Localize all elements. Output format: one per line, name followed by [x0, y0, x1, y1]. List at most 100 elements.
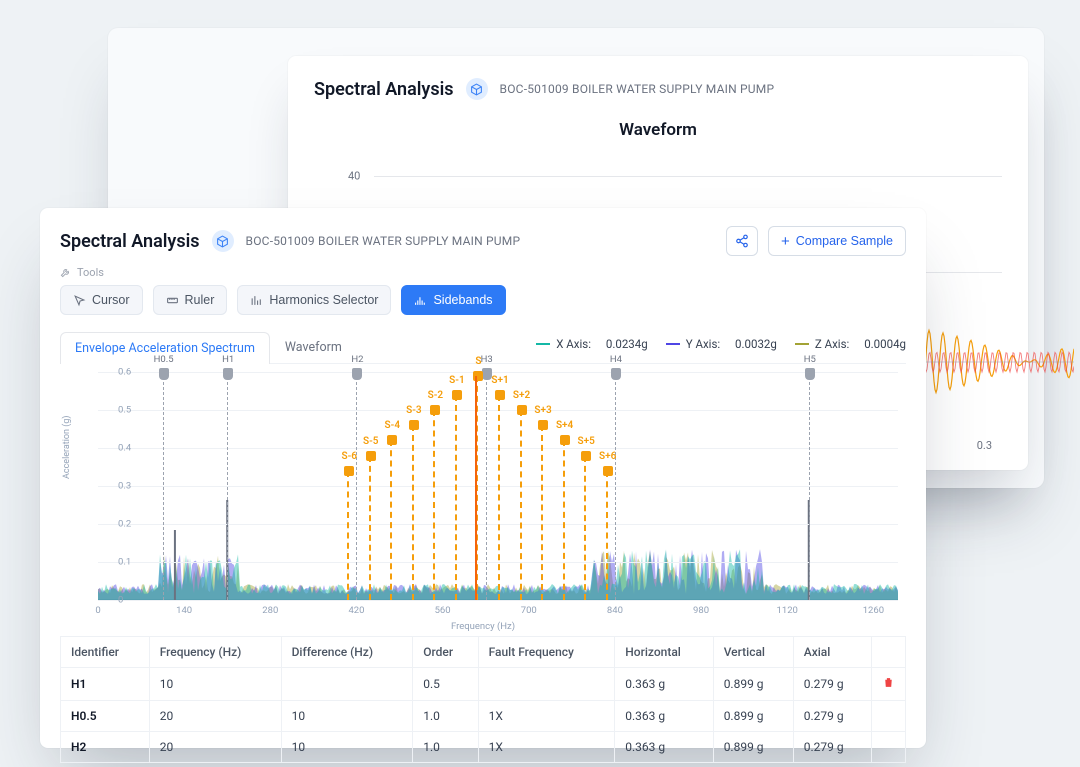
plus-icon: +: [781, 234, 790, 249]
sidebands-icon: [414, 294, 427, 307]
sideband-marker[interactable]: S+4: [563, 440, 565, 600]
toolbar: Cursor Ruler Harmonics Selector Sideband…: [60, 285, 906, 315]
sidebands-tool-button[interactable]: Sidebands: [401, 285, 505, 315]
table-row: H220101.01X0.363 g0.899 g0.279 g: [61, 732, 906, 763]
x-tick: 1260: [863, 605, 884, 616]
x-tick: 0: [95, 605, 100, 616]
y-tick: 0.3: [118, 481, 131, 492]
cell-identifier: H2: [61, 732, 150, 763]
th-order: Order: [413, 637, 478, 668]
table-row: H1100.50.363 g0.899 g0.279 g: [61, 668, 906, 701]
x-tick: 980: [693, 605, 709, 616]
th-identifier: Identifier: [61, 637, 150, 668]
th-frequency: Frequency (Hz): [149, 637, 281, 668]
sideband-marker[interactable]: S+2: [520, 410, 522, 600]
cell-actions: [872, 668, 906, 701]
cell-difference: [281, 668, 413, 701]
x-tick: 560: [435, 605, 451, 616]
x-tick: 840: [607, 605, 623, 616]
cube-icon: [212, 230, 234, 252]
spectrum-chart: Acceleration (g) 00.10.20.30.40.50.60140…: [60, 364, 906, 634]
x-axis-label: Frequency (Hz): [451, 621, 515, 632]
sideband-marker[interactable]: S+3: [541, 425, 543, 600]
harmonic-marker[interactable]: H3: [486, 372, 487, 600]
compare-sample-button[interactable]: + Compare Sample: [768, 226, 906, 256]
sideband-marker[interactable]: S-1: [455, 395, 457, 600]
y-tick: 0: [118, 595, 123, 606]
front-window: Spectral Analysis BOC-501009 BOILER WATE…: [40, 208, 926, 748]
share-icon: [735, 234, 749, 248]
tab-waveform[interactable]: Waveform: [270, 331, 357, 363]
cell-frequency: 20: [149, 701, 281, 732]
harmonic-marker[interactable]: H4: [615, 372, 616, 600]
cell-order: 1.0: [413, 732, 478, 763]
sideband-marker[interactable]: S-4: [390, 440, 392, 600]
cell-order: 1.0: [413, 701, 478, 732]
back-xtick: 0.3: [977, 439, 992, 452]
cell-actions: [872, 701, 906, 732]
axis-legend: X Axis: 0.0234g Y Axis: 0.0032g Z Axis: …: [536, 337, 906, 357]
back-chart-title: Waveform: [314, 120, 1002, 140]
harmonic-marker[interactable]: H2: [356, 372, 357, 600]
sideband-marker[interactable]: S-6: [347, 471, 349, 600]
sideband-marker[interactable]: S+1: [498, 395, 500, 600]
th-fault: Fault Frequency: [478, 637, 615, 668]
sideband-marker[interactable]: S+5: [584, 456, 586, 600]
sideband-marker[interactable]: S+6: [606, 471, 608, 600]
th-vertical: Vertical: [713, 637, 793, 668]
ruler-icon: [166, 294, 179, 307]
cell-frequency: 20: [149, 732, 281, 763]
th-axial: Axial: [793, 637, 871, 668]
cell-horizontal: 0.363 g: [615, 668, 713, 701]
cell-identifier: H1: [61, 668, 150, 701]
harmonic-marker[interactable]: H5: [809, 372, 810, 600]
harmonic-marker[interactable]: H1: [227, 372, 228, 600]
cell-fault: 1X: [478, 732, 615, 763]
chart-tabs: Envelope Acceleration Spectrum Waveform: [60, 331, 357, 363]
cell-order: 0.5: [413, 668, 478, 701]
cell-axial: 0.279 g: [793, 668, 871, 701]
harmonics-tool-button[interactable]: Harmonics Selector: [237, 285, 391, 315]
cursor-icon: [73, 294, 86, 307]
x-tick: 700: [521, 605, 537, 616]
back-ytick-40: 40: [348, 170, 360, 183]
ruler-tool-button[interactable]: Ruler: [153, 285, 228, 315]
cell-vertical: 0.899 g: [713, 701, 793, 732]
y-axis-label: Acceleration (g): [62, 415, 72, 479]
table-row: H0.520101.01X0.363 g0.899 g0.279 g: [61, 701, 906, 732]
sideband-marker[interactable]: S-5: [369, 456, 371, 600]
delete-row-button[interactable]: [882, 678, 895, 692]
cell-fault: [478, 668, 615, 701]
x-tick: 420: [348, 605, 364, 616]
front-asset-name: BOC-501009 BOILER WATER SUPPLY MAIN PUMP: [246, 234, 521, 248]
cell-axial: 0.279 g: [793, 732, 871, 763]
y-tick: 0.5: [118, 405, 131, 416]
compare-label: Compare Sample: [796, 234, 893, 248]
harmonics-table: Identifier Frequency (Hz) Difference (Hz…: [60, 636, 906, 763]
y-tick: 0.4: [118, 443, 131, 454]
trash-icon: [882, 676, 895, 689]
y-tick: 0.1: [118, 557, 131, 568]
sideband-marker[interactable]: S-3: [412, 425, 414, 600]
harmonics-icon: [250, 294, 263, 307]
gridline: [374, 176, 1002, 177]
cube-icon: [466, 78, 488, 100]
y-tick: 0.6: [118, 367, 131, 378]
th-difference: Difference (Hz): [281, 637, 413, 668]
cell-frequency: 10: [149, 668, 281, 701]
cell-axial: 0.279 g: [793, 701, 871, 732]
cell-difference: 10: [281, 701, 413, 732]
x-tick: 1120: [777, 605, 798, 616]
back-title: Spectral Analysis: [314, 79, 454, 100]
cell-horizontal: 0.363 g: [615, 732, 713, 763]
share-button[interactable]: [726, 226, 758, 256]
sideband-marker[interactable]: S-2: [433, 410, 435, 600]
cursor-tool-button[interactable]: Cursor: [60, 285, 143, 315]
harmonic-marker[interactable]: H0.5: [163, 372, 164, 600]
wrench-icon: [60, 267, 71, 278]
cell-horizontal: 0.363 g: [615, 701, 713, 732]
cell-vertical: 0.899 g: [713, 732, 793, 763]
front-title: Spectral Analysis: [60, 231, 200, 252]
back-asset-name: BOC-501009 BOILER WATER SUPPLY MAIN PUMP: [500, 82, 775, 96]
cell-actions: [872, 732, 906, 763]
